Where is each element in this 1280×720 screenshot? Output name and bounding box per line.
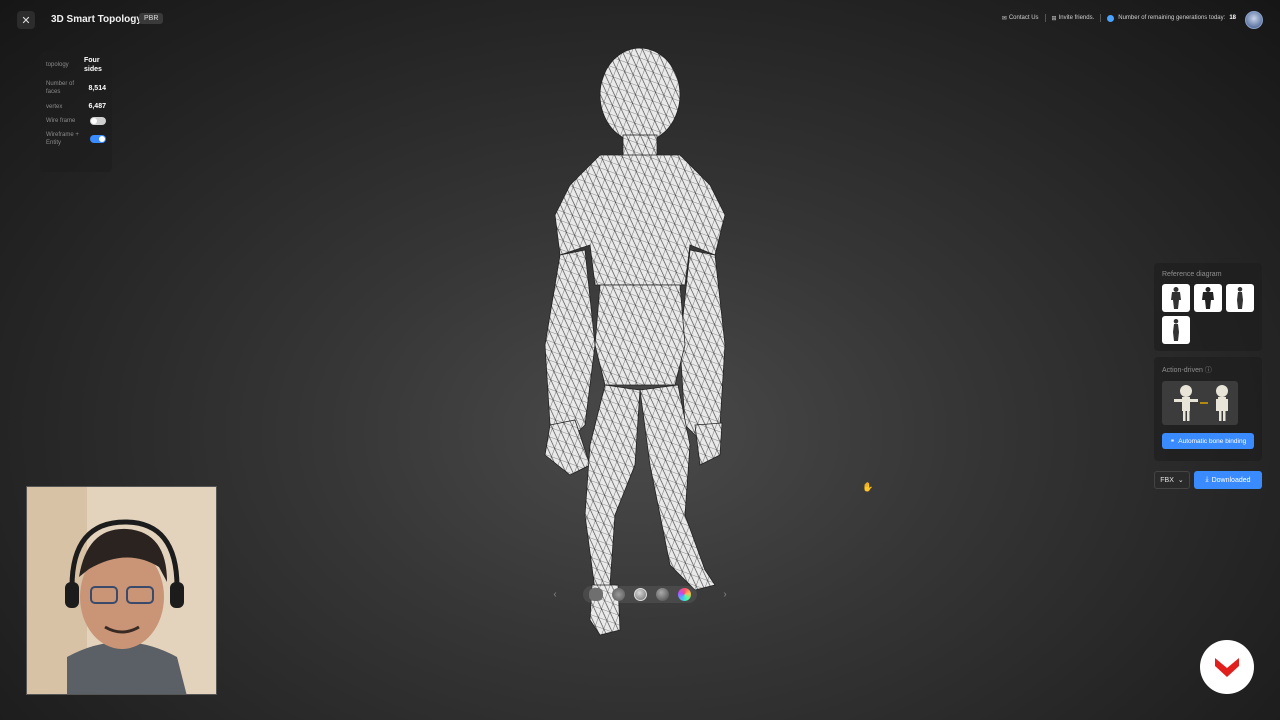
chevron-down-icon: ⌄ bbox=[1177, 477, 1184, 484]
pbr-badge[interactable]: PBR bbox=[139, 13, 164, 24]
mode-material-icon[interactable] bbox=[656, 587, 669, 601]
info-icon[interactable]: ⓘ bbox=[1205, 367, 1212, 374]
contact-us-link[interactable]: ✉ Contact Us bbox=[1002, 15, 1039, 22]
topology-row: topology Four sides bbox=[46, 56, 106, 74]
wireframe-model bbox=[544, 47, 726, 636]
faces-row: Number of faces 8,514 bbox=[46, 80, 106, 96]
brand-logo-button[interactable] bbox=[1200, 640, 1254, 694]
contact-us-label: Contact Us bbox=[1008, 15, 1039, 21]
generations-count: 18 bbox=[1229, 15, 1236, 21]
reference-thumb-side-alt[interactable] bbox=[1162, 316, 1190, 344]
format-value: FBX bbox=[1160, 476, 1174, 484]
divider bbox=[1044, 14, 1046, 22]
reference-thumb-side[interactable] bbox=[1226, 284, 1254, 312]
wireframe-row: Wire frame bbox=[46, 117, 106, 125]
vertex-row: vertex 6,487 bbox=[46, 102, 106, 111]
generations-label: Number of remaining generations today: bbox=[1118, 15, 1226, 21]
action-title: Action-driven ⓘ bbox=[1162, 365, 1254, 375]
token-icon bbox=[1107, 14, 1115, 22]
faces-label: Number of faces bbox=[46, 81, 75, 95]
user-avatar[interactable] bbox=[1245, 11, 1263, 29]
wireframe-label: Wire frame bbox=[46, 118, 76, 124]
reference-diagram-panel: Reference diagram bbox=[1154, 263, 1262, 351]
reference-thumb-front[interactable] bbox=[1162, 284, 1190, 312]
invite-friends-label: Invite friends. bbox=[1058, 15, 1095, 21]
previous-arrow-icon[interactable]: ‹ bbox=[548, 589, 562, 600]
model-info-panel: topology Four sides Number of faces 8,51… bbox=[40, 52, 112, 172]
brand-logo-icon bbox=[1215, 658, 1239, 677]
mail-icon: ✉ bbox=[1001, 15, 1007, 22]
render-mode-bar: ‹ › bbox=[548, 585, 732, 603]
download-icon: ⤓ bbox=[1205, 476, 1209, 483]
faces-value: 8,514 bbox=[88, 84, 106, 92]
reference-thumb-back[interactable] bbox=[1194, 284, 1222, 312]
topology-label: topology bbox=[46, 62, 69, 68]
wireframe-entity-row: Wireframe + Entity bbox=[46, 131, 106, 147]
action-title-label: Action-driven bbox=[1162, 367, 1203, 374]
wireframe-entity-label: Wireframe + Entity bbox=[46, 132, 79, 146]
wireframe-toggle[interactable] bbox=[90, 117, 106, 125]
download-button[interactable]: ⤓ Downloaded bbox=[1194, 471, 1262, 489]
model-viewport[interactable] bbox=[500, 45, 740, 640]
mode-color-icon[interactable] bbox=[678, 587, 691, 601]
close-button[interactable]: ✕ bbox=[17, 11, 35, 29]
hand-cursor-icon: ✋ bbox=[862, 482, 874, 492]
mode-wireframe-icon[interactable] bbox=[589, 587, 603, 601]
vertex-label: vertex bbox=[46, 103, 63, 110]
divider bbox=[1100, 14, 1102, 22]
reference-thumbnails bbox=[1162, 284, 1254, 344]
format-select[interactable]: FBX ⌄ bbox=[1154, 471, 1190, 489]
vertex-value: 6,487 bbox=[88, 103, 106, 110]
wireframe-entity-toggle[interactable] bbox=[90, 135, 106, 143]
webcam-overlay bbox=[26, 486, 217, 695]
topology-value: Four sides bbox=[84, 57, 102, 73]
mode-shaded-icon[interactable] bbox=[634, 587, 647, 601]
generations-counter: Number of remaining generations today: 1… bbox=[1107, 14, 1236, 22]
render-mode-group bbox=[583, 585, 697, 603]
automatic-bone-binding-button[interactable]: ⚭ Automatic bone binding bbox=[1162, 433, 1254, 449]
mode-clay-icon[interactable] bbox=[612, 587, 625, 601]
download-label: Downloaded bbox=[1211, 476, 1251, 484]
link-icon: ⚭ bbox=[1169, 438, 1176, 445]
reference-title: Reference diagram bbox=[1162, 271, 1222, 278]
top-bar: ✕ 3D Smart Topology PBR ✉ Contact Us ⊞ I… bbox=[0, 0, 1280, 40]
action-driven-panel: Action-driven ⓘ ⚭ Automatic bone binding bbox=[1154, 357, 1262, 461]
action-preview-image[interactable] bbox=[1162, 381, 1238, 425]
top-right-links: ✉ Contact Us ⊞ Invite friends. Number of… bbox=[1002, 14, 1236, 22]
invite-friends-link[interactable]: ⊞ Invite friends. bbox=[1052, 15, 1095, 22]
page-title: 3D Smart Topology bbox=[51, 14, 142, 25]
bone-binding-label: Automatic bone binding bbox=[1178, 437, 1247, 445]
next-arrow-icon[interactable]: › bbox=[718, 589, 732, 600]
gift-icon: ⊞ bbox=[1051, 15, 1057, 22]
close-icon: ✕ bbox=[21, 14, 31, 27]
